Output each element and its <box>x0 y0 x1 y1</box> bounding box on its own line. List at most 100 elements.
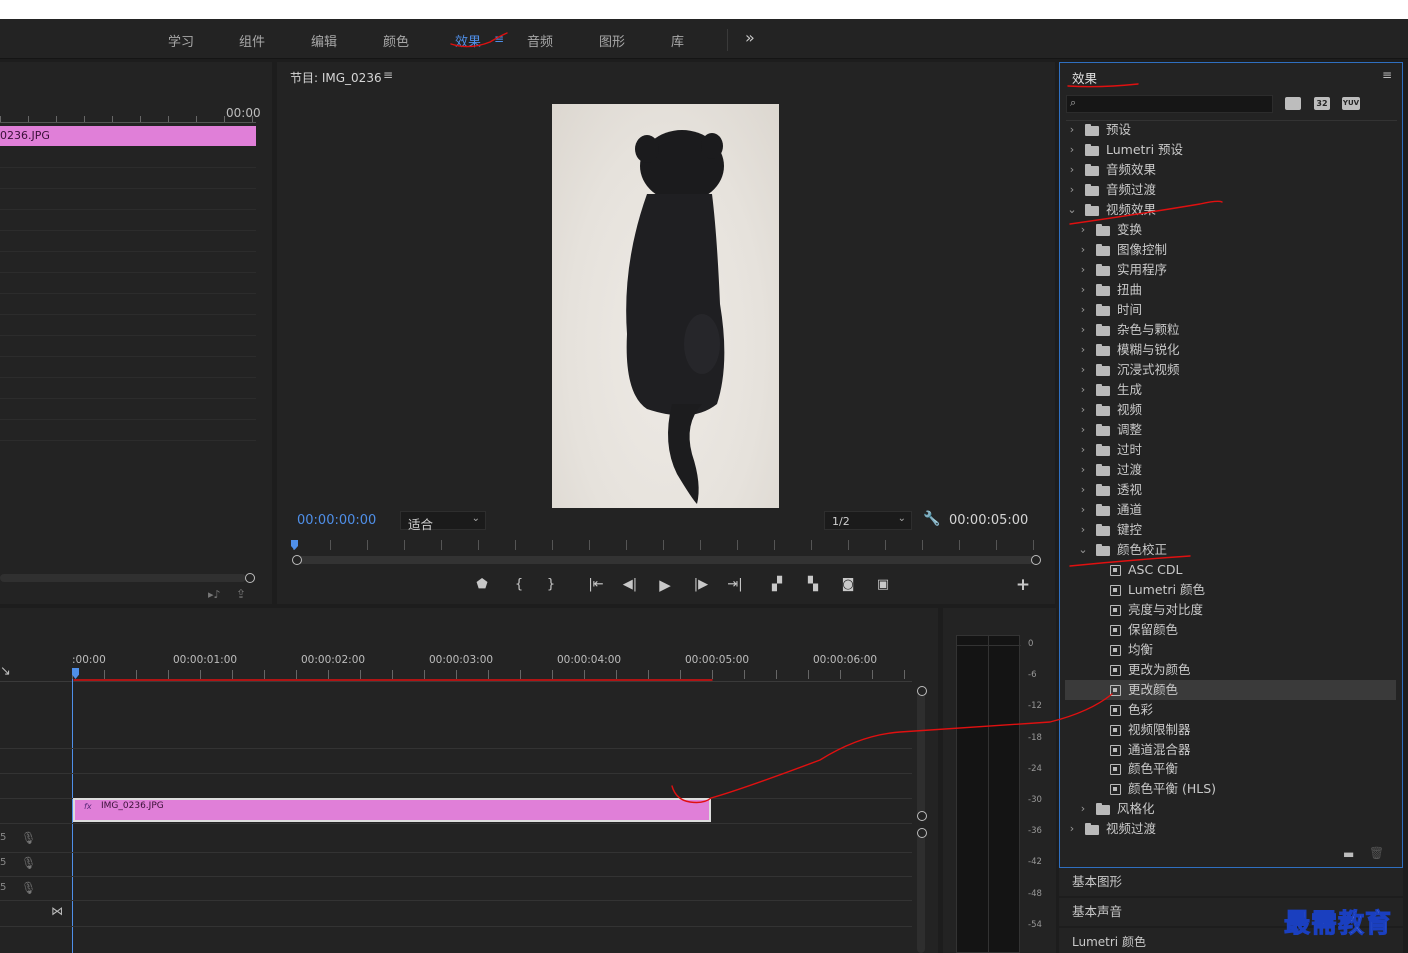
tab-effects-menu-icon[interactable]: ≡ <box>494 32 504 46</box>
effects-search-input[interactable]: ⌕ <box>1066 95 1273 113</box>
effect-folder-item[interactable]: › 音频过渡 <box>1065 180 1396 200</box>
source-scroll-handle[interactable] <box>245 573 255 583</box>
fit-select[interactable]: 适合 ⌄ <box>400 511 486 532</box>
chevron-right-icon[interactable]: › <box>1067 180 1077 200</box>
chevron-right-icon[interactable]: › <box>1067 160 1077 180</box>
effect-item[interactable]: 均衡 <box>1065 640 1396 660</box>
chevron-right-icon[interactable]: › <box>1078 480 1088 500</box>
play-icon[interactable]: ▶ <box>657 577 673 593</box>
effect-folder-item[interactable]: › 实用程序 <box>1065 260 1396 280</box>
compare-view-icon[interactable]: ▣ <box>875 577 891 593</box>
program-video-frame[interactable] <box>552 104 779 508</box>
scroll-handle[interactable] <box>917 828 927 838</box>
source-clip-bar[interactable]: 0236.JPG <box>0 126 256 146</box>
chevron-double-right-icon[interactable]: » <box>745 28 755 47</box>
microphone-icon[interactable]: 🎙 <box>21 881 36 895</box>
32bit-color-icon[interactable]: 32 <box>1314 97 1330 110</box>
panel-menu-icon[interactable]: ≡ <box>383 68 393 82</box>
effect-folder-item[interactable]: ⌄ 颜色校正 <box>1065 540 1396 560</box>
chevron-right-icon[interactable]: › <box>1078 500 1088 520</box>
tab-editing[interactable]: 编辑 <box>311 31 337 50</box>
marker-icon[interactable]: ⬟ <box>474 577 490 593</box>
chevron-right-icon[interactable]: › <box>1078 220 1088 240</box>
chevron-right-icon[interactable]: › <box>1078 520 1088 540</box>
effect-folder-item[interactable]: › 过渡 <box>1065 460 1396 480</box>
go-to-in-icon[interactable]: |⇤ <box>588 577 604 593</box>
tab-libraries[interactable]: 库 <box>671 31 684 50</box>
effect-folder-item[interactable]: › 生成 <box>1065 380 1396 400</box>
effect-item[interactable]: 色彩 <box>1065 700 1396 720</box>
camera-icon[interactable]: ◙ <box>840 577 856 593</box>
microphone-icon[interactable]: 🎙 <box>21 831 36 845</box>
tab-assembly[interactable]: 组件 <box>239 31 265 50</box>
effect-item[interactable]: 通道混合器 <box>1065 740 1396 760</box>
scroll-handle[interactable] <box>917 811 927 821</box>
go-to-out-icon[interactable]: ⇥| <box>727 577 743 593</box>
essential-graphics-panel[interactable]: 基本图形 <box>1059 868 1403 896</box>
program-scrollbar[interactable] <box>296 556 1034 564</box>
extract-icon[interactable]: ▚ <box>805 577 821 593</box>
step-back-icon[interactable]: ◀| <box>622 577 638 593</box>
export-icon[interactable]: ⇪ <box>236 587 246 601</box>
chevron-right-icon[interactable]: › <box>1078 340 1088 360</box>
chevron-right-icon[interactable]: › <box>1067 819 1077 839</box>
chevron-right-icon[interactable]: › <box>1067 120 1077 140</box>
chevron-right-icon[interactable]: › <box>1067 140 1077 160</box>
tab-learn[interactable]: 学习 <box>168 31 194 50</box>
effect-folder-item[interactable]: › 视频 <box>1065 400 1396 420</box>
scroll-handle[interactable] <box>917 686 927 696</box>
tab-effects[interactable]: 效果 <box>455 31 481 50</box>
mark-in-icon[interactable]: { <box>511 577 527 593</box>
scroll-handle-left[interactable] <box>292 555 302 565</box>
effect-folder-item[interactable]: › 变换 <box>1065 220 1396 240</box>
chevron-right-icon[interactable]: › <box>1078 260 1088 280</box>
resolution-select[interactable]: 1/2 ⌄ <box>824 511 912 530</box>
yuv-effects-icon[interactable]: YUV <box>1342 97 1360 110</box>
chevron-right-icon[interactable]: › <box>1078 440 1088 460</box>
chevron-down-icon[interactable]: ⌄ <box>1078 540 1088 560</box>
effect-folder-item[interactable]: › 时间 <box>1065 300 1396 320</box>
program-current-time[interactable]: 00:00:00:00 <box>297 513 376 528</box>
effect-item[interactable]: 保留颜色 <box>1065 620 1396 640</box>
chevron-right-icon[interactable]: › <box>1078 460 1088 480</box>
bowtie-icon[interactable]: ⋈ <box>51 904 63 918</box>
audio-track-scrollbar[interactable] <box>917 834 925 953</box>
chevron-right-icon[interactable]: › <box>1078 320 1088 340</box>
wrench-icon[interactable]: ↘ <box>0 664 11 679</box>
effect-item[interactable]: 更改为颜色 <box>1065 660 1396 680</box>
effect-item[interactable]: 亮度与对比度 <box>1065 600 1396 620</box>
effect-item[interactable]: 颜色平衡 (HLS) <box>1065 779 1396 799</box>
effect-folder-item[interactable]: › 模糊与锐化 <box>1065 340 1396 360</box>
effect-item[interactable]: 颜色平衡 <box>1065 759 1396 779</box>
chevron-right-icon[interactable]: › <box>1078 360 1088 380</box>
effect-folder-item[interactable]: › 键控 <box>1065 520 1396 540</box>
chevron-right-icon[interactable]: › <box>1078 420 1088 440</box>
video-track-scrollbar[interactable] <box>917 692 925 816</box>
effect-folder-item[interactable]: ⌄ 视频效果 <box>1065 200 1396 220</box>
chevron-right-icon[interactable]: › <box>1078 300 1088 320</box>
effect-item[interactable]: ASC CDL <box>1065 560 1396 580</box>
effect-folder-item[interactable]: › 预设 <box>1065 120 1396 140</box>
effect-folder-item[interactable]: › 杂色与颗粒 <box>1065 320 1396 340</box>
effect-folder-item[interactable]: › 沉浸式视频 <box>1065 360 1396 380</box>
insert-icon[interactable]: ▸♪ <box>208 588 221 601</box>
new-folder-icon[interactable]: ▬ <box>1343 847 1354 861</box>
accelerated-effects-icon[interactable] <box>1285 97 1301 110</box>
effect-folder-item[interactable]: › 扭曲 <box>1065 280 1396 300</box>
effect-item[interactable]: 更改颜色 <box>1065 679 1396 700</box>
tab-audio[interactable]: 音频 <box>527 31 553 50</box>
effect-folder-item[interactable]: › Lumetri 预设 <box>1065 140 1396 160</box>
add-button-icon[interactable]: + <box>1015 577 1031 594</box>
scroll-handle-right[interactable] <box>1031 555 1041 565</box>
chevron-right-icon[interactable]: › <box>1078 400 1088 420</box>
effect-folder-item[interactable]: › 图像控制 <box>1065 240 1396 260</box>
source-scrollbar[interactable] <box>0 574 246 582</box>
effect-folder-item[interactable]: › 透视 <box>1065 480 1396 500</box>
chevron-right-icon[interactable]: › <box>1078 799 1088 819</box>
step-forward-icon[interactable]: |▶ <box>693 577 709 593</box>
effect-folder-item[interactable]: › 调整 <box>1065 420 1396 440</box>
chevron-right-icon[interactable]: › <box>1078 380 1088 400</box>
effect-folder-item[interactable]: › 过时 <box>1065 440 1396 460</box>
wrench-icon[interactable]: 🔧 <box>923 511 940 527</box>
effect-folder-item[interactable]: › 通道 <box>1065 500 1396 520</box>
